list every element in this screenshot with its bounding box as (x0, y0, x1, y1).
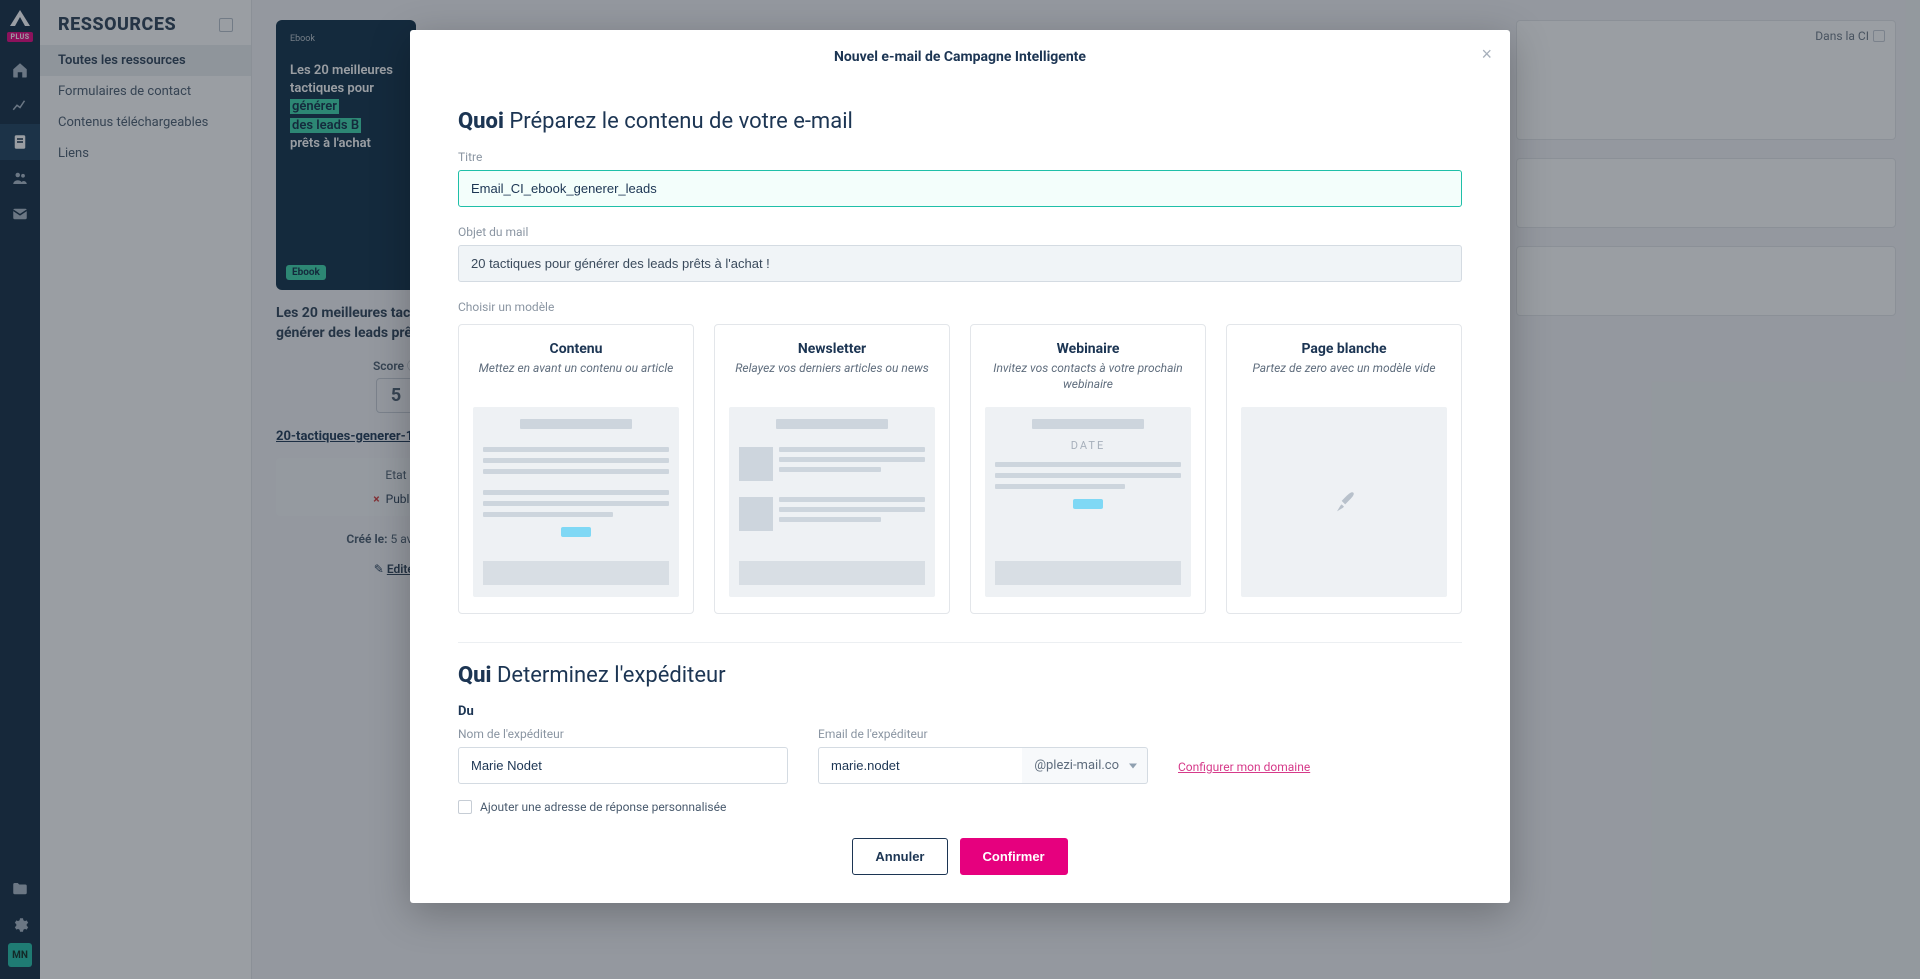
reply-checkbox-label: Ajouter une adresse de réponse personnal… (480, 800, 726, 814)
tpl-preview: DATE (985, 407, 1191, 597)
tpl-desc: Partez de zero avec un modèle vide (1241, 361, 1447, 393)
objet-input[interactable] (458, 245, 1462, 282)
du-label: Du (458, 704, 1462, 719)
template-blank[interactable]: Page blanche Partez de zero avec un modè… (1226, 324, 1462, 614)
template-label: Choisir un modèle (458, 300, 1462, 314)
titre-input[interactable] (458, 170, 1462, 207)
brush-icon (1251, 419, 1437, 585)
sender-email-input[interactable] (818, 747, 1022, 784)
tpl-desc: Relayez vos derniers articles ou news (729, 361, 935, 393)
confirm-button[interactable]: Confirmer (960, 838, 1068, 875)
template-contenu[interactable]: Contenu Mettez en avant un contenu ou ar… (458, 324, 694, 614)
domain-select[interactable]: @plezi-mail.co (1022, 747, 1148, 784)
section-qui: Qui Determinez l'expéditeur (458, 663, 1462, 688)
template-webinaire[interactable]: Webinaire Invitez vos contacts à votre p… (970, 324, 1206, 614)
tpl-preview (729, 407, 935, 597)
tpl-desc: Invitez vos contacts à votre prochain we… (985, 361, 1191, 393)
objet-label: Objet du mail (458, 225, 1462, 239)
section-quoi: Quoi Préparez le contenu de votre e-mail (458, 109, 1462, 134)
configure-domain-link[interactable]: Configurer mon domaine (1178, 760, 1310, 784)
sender-name-label: Nom de l'expéditeur (458, 727, 788, 741)
checkbox-icon[interactable] (458, 800, 472, 814)
tpl-title: Page blanche (1241, 341, 1447, 357)
tpl-title: Contenu (473, 341, 679, 357)
tpl-preview (1241, 407, 1447, 597)
sender-name-input[interactable] (458, 747, 788, 784)
tpl-desc: Mettez en avant un contenu ou article (473, 361, 679, 393)
cancel-button[interactable]: Annuler (852, 838, 947, 875)
tpl-title: Webinaire (985, 341, 1191, 357)
sender-email-label: Email de l'expéditeur (818, 727, 1148, 741)
titre-label: Titre (458, 150, 1462, 164)
close-icon[interactable]: × (1481, 44, 1492, 65)
new-email-modal: Nouvel e-mail de Campagne Intelligente ×… (410, 30, 1510, 903)
modal-title: Nouvel e-mail de Campagne Intelligente (834, 49, 1086, 65)
reply-checkbox-row[interactable]: Ajouter une adresse de réponse personnal… (458, 800, 1462, 814)
tpl-preview (473, 407, 679, 597)
tpl-title: Newsletter (729, 341, 935, 357)
template-newsletter[interactable]: Newsletter Relayez vos derniers articles… (714, 324, 950, 614)
